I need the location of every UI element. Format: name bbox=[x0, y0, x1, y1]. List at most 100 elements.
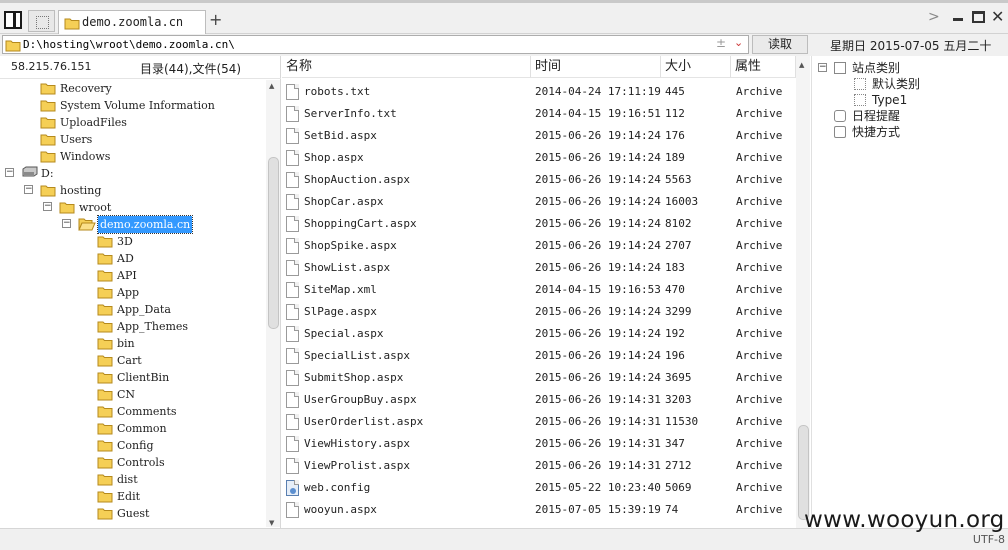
file-row[interactable]: SiteMap.xml 2014-04-15 19:16:53 470 Archive bbox=[282, 279, 797, 301]
file-row[interactable]: Shop.aspx 2015-06-26 19:14:24 189 Archive bbox=[282, 147, 797, 169]
tree-item-label: Users bbox=[60, 133, 93, 146]
tree-item[interactable]: Recovery bbox=[0, 80, 262, 97]
file-row[interactable]: ShopCar.aspx 2015-06-26 19:14:24 16003 Arch… bbox=[282, 191, 797, 213]
collapse-toggle-icon[interactable]: − bbox=[43, 202, 52, 211]
file-row[interactable]: ShopSpike.aspx 2015-06-26 19:14:24 2707 Arc… bbox=[282, 235, 797, 257]
file-row[interactable]: UserOrderlist.aspx 2015-06-26 19:14:31 115… bbox=[282, 411, 797, 433]
tab-blank[interactable] bbox=[28, 10, 55, 32]
tree-item-label: Recovery bbox=[60, 82, 112, 95]
file-row[interactable]: ShowList.aspx 2015-06-26 19:14:24 183 Archi… bbox=[282, 257, 797, 279]
file-name: UserOrderlist.aspx bbox=[304, 415, 424, 428]
file-attr: Archive bbox=[736, 349, 783, 362]
scroll-down-icon[interactable]: ▼ bbox=[269, 519, 274, 527]
category-item[interactable]: 日程提醒 bbox=[812, 108, 1002, 124]
scroll-up-icon[interactable]: ▲ bbox=[269, 82, 274, 90]
file-icon bbox=[286, 150, 299, 166]
scroll-thumb[interactable] bbox=[798, 425, 809, 520]
collapse-toggle-icon[interactable]: − bbox=[818, 63, 827, 72]
collapse-toggle-icon[interactable]: − bbox=[24, 185, 33, 194]
address-field[interactable]: ± ⌄ bbox=[2, 35, 749, 54]
tree-item[interactable]: Controls bbox=[0, 454, 262, 471]
file-row[interactable]: SubmitShop.aspx 2015-06-26 19:14:24 3695 Ar… bbox=[282, 367, 797, 389]
file-attr: Archive bbox=[736, 437, 783, 450]
file-row[interactable]: SpecialList.aspx 2015-06-26 19:14:24 196 Ar… bbox=[282, 345, 797, 367]
chevron-right-icon[interactable]: > bbox=[928, 9, 940, 25]
file-row[interactable]: ViewProlist.aspx 2015-06-26 19:14:31 2712 A… bbox=[282, 455, 797, 477]
category-item[interactable]: − 站点类别 bbox=[812, 60, 1002, 76]
date-display: 星期日 2015-07-05 五月二十 bbox=[830, 39, 992, 53]
collapse-toggle-icon[interactable]: − bbox=[62, 219, 71, 228]
file-time: 2015-06-26 19:14:24 bbox=[535, 129, 661, 142]
tree-item[interactable]: − wroot bbox=[0, 199, 262, 216]
collapse-toggle-icon[interactable]: − bbox=[5, 168, 14, 177]
column-header-name[interactable]: 名称 bbox=[282, 56, 531, 78]
tree-item[interactable]: Windows bbox=[0, 148, 262, 165]
address-input[interactable] bbox=[23, 36, 703, 53]
tree-item[interactable]: System Volume Information bbox=[0, 97, 262, 114]
file-row[interactable]: ServerInfo.txt 2014-04-15 19:16:51 112 Arch… bbox=[282, 103, 797, 125]
maximize-button[interactable] bbox=[972, 11, 985, 23]
file-name: SubmitShop.aspx bbox=[304, 371, 404, 384]
tree-item[interactable]: bin bbox=[0, 335, 262, 352]
file-row[interactable]: web.config 2015-05-22 10:23:40 5069 Archive bbox=[282, 477, 797, 499]
tree-item[interactable]: Edit bbox=[0, 488, 262, 505]
tree-item[interactable]: UploadFiles bbox=[0, 114, 262, 131]
tree-item[interactable]: API bbox=[0, 267, 262, 284]
file-size: 74 bbox=[665, 503, 679, 516]
tree-item[interactable]: App_Data bbox=[0, 301, 262, 318]
tree-item[interactable]: Common bbox=[0, 420, 262, 437]
tree-item[interactable]: − demo.zoomla.cn bbox=[0, 215, 262, 234]
file-row[interactable]: ShopAuction.aspx 2015-06-26 19:14:24 5563 A… bbox=[282, 169, 797, 191]
category-item[interactable]: Type1 bbox=[812, 92, 1002, 108]
minimize-button[interactable] bbox=[953, 18, 963, 21]
file-name: ShopSpike.aspx bbox=[304, 239, 397, 252]
file-row[interactable]: ShoppingCart.aspx 2015-06-26 19:14:24 8102… bbox=[282, 213, 797, 235]
file-attr: Archive bbox=[736, 327, 783, 340]
tab-active[interactable]: demo.zoomla.cn bbox=[58, 10, 206, 35]
column-header-attr[interactable]: 属性 bbox=[731, 56, 796, 78]
file-row[interactable]: wooyun.aspx 2015-07-05 15:39:19 74 Archive bbox=[282, 499, 797, 521]
close-button[interactable]: ✕ bbox=[991, 7, 1004, 26]
tree-item[interactable]: AD bbox=[0, 250, 262, 267]
file-row[interactable]: robots.txt 2014-04-24 17:11:19 445 Archive bbox=[282, 81, 797, 103]
read-button[interactable]: 读取 bbox=[752, 35, 808, 54]
encoding-label: UTF-8 bbox=[972, 533, 1005, 546]
file-size: 445 bbox=[665, 85, 685, 98]
list-scrollbar[interactable] bbox=[796, 78, 810, 528]
file-row[interactable]: SlPage.aspx 2015-06-26 19:14:24 3299 Archiv… bbox=[282, 301, 797, 323]
bookmark-icon[interactable]: ± bbox=[716, 36, 726, 50]
tree-item[interactable]: − D: bbox=[0, 165, 262, 182]
tree-item[interactable]: CN bbox=[0, 386, 262, 403]
tree-item[interactable]: dist bbox=[0, 471, 262, 488]
tree-item[interactable]: Users bbox=[0, 131, 262, 148]
tree-item[interactable]: 3D bbox=[0, 233, 262, 250]
file-icon bbox=[286, 260, 299, 276]
file-row[interactable]: UserGroupBuy.aspx 2015-06-26 19:14:31 3203… bbox=[282, 389, 797, 411]
sidebar-toggle-button[interactable] bbox=[4, 11, 22, 29]
file-icon bbox=[286, 326, 299, 342]
list-scrollbar-top[interactable]: ▲ bbox=[796, 56, 810, 78]
chevron-down-icon[interactable]: ⌄ bbox=[734, 36, 743, 49]
column-header-time[interactable]: 时间 bbox=[531, 56, 661, 78]
tree-item[interactable]: Cart bbox=[0, 352, 262, 369]
new-tab-button[interactable]: + bbox=[209, 10, 222, 29]
file-row[interactable]: Special.aspx 2015-06-26 19:14:24 192 Archiv… bbox=[282, 323, 797, 345]
tree-item[interactable]: Guest bbox=[0, 505, 262, 522]
tree-item[interactable]: Config bbox=[0, 437, 262, 454]
file-row[interactable]: SetBid.aspx 2015-06-26 19:14:24 176 Archive bbox=[282, 125, 797, 147]
tree-item[interactable]: ClientBin bbox=[0, 369, 262, 386]
scroll-thumb[interactable] bbox=[268, 157, 279, 329]
tree-item[interactable]: − hosting bbox=[0, 182, 262, 199]
category-item[interactable]: 默认类别 bbox=[812, 76, 1002, 92]
tree-scrollbar[interactable]: ▲ ▼ bbox=[266, 80, 280, 527]
column-header-size[interactable]: 大小 bbox=[661, 56, 731, 78]
tree-item[interactable]: App bbox=[0, 284, 262, 301]
tree-item-label: Controls bbox=[117, 456, 165, 469]
file-time: 2015-06-26 19:14:24 bbox=[535, 261, 661, 274]
category-item[interactable]: 快捷方式 bbox=[812, 124, 1002, 140]
tree-item[interactable]: Comments bbox=[0, 403, 262, 420]
file-row[interactable]: ViewHistory.aspx 2015-06-26 19:14:31 347 Ar… bbox=[282, 433, 797, 455]
tree-item[interactable]: App_Themes bbox=[0, 318, 262, 335]
scroll-up-icon[interactable]: ▲ bbox=[799, 61, 804, 69]
file-size: 176 bbox=[665, 129, 685, 142]
